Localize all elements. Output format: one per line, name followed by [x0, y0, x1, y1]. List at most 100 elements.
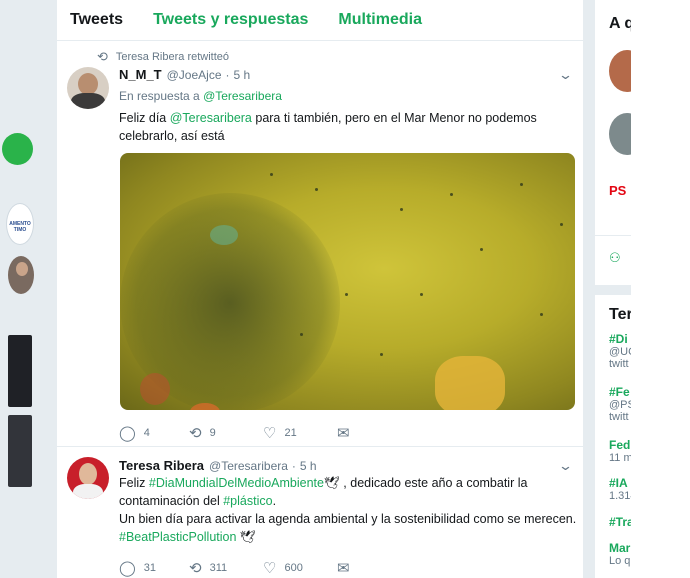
trends-title: Ter: [609, 306, 631, 323]
hashtag-link[interactable]: #BeatPlasticPollution: [119, 530, 236, 544]
tweet-media-image[interactable]: [120, 153, 575, 410]
profile-color-dot: [2, 133, 33, 165]
avatar-label: AMENTO TIMO: [9, 221, 31, 233]
tweet-actions: ◯ 4 ⟲ 9 ♡ 21 ✉: [119, 424, 358, 442]
trend-item[interactable]: Fed 11 m: [609, 438, 631, 464]
trend-tag[interactable]: #Fe: [609, 385, 631, 399]
tweet-text: Feliz #DiaMundialDelMedioAmbiente🕊 , ded…: [119, 474, 579, 546]
user-handle[interactable]: @Teresaribera: [209, 459, 288, 473]
suggested-account-avatar[interactable]: [8, 256, 34, 294]
avatar[interactable]: [67, 457, 109, 499]
reply-context: En respuesta a @Teresaribera: [119, 89, 282, 103]
tweet-header: Teresa Ribera @Teresaribera · 5 h: [119, 458, 317, 473]
tab-media[interactable]: Multimedia: [338, 11, 422, 29]
tweet-header: N_M_T @JoeAjce · 5 h: [119, 67, 250, 82]
hashtag-link[interactable]: #DiaMundialDelMedioAmbiente: [149, 476, 324, 490]
suggested-account-avatar[interactable]: [609, 113, 631, 155]
trend-tag[interactable]: #Tra: [609, 515, 631, 529]
suggested-account-avatar[interactable]: AMENTO TIMO: [6, 203, 34, 245]
left-sidebar-strip: AMENTO TIMO: [0, 0, 57, 578]
retweet-count: 311: [209, 562, 228, 574]
tweet-actions: ◯ 31 ⟲ 311 ♡ 600 ✉: [119, 559, 358, 577]
text-segment: Un bien día para activar la agenda ambie…: [119, 512, 577, 526]
timestamp[interactable]: 5 h: [300, 459, 317, 473]
reply-icon: ◯: [119, 560, 136, 577]
trend-item[interactable]: #Tra: [609, 515, 631, 529]
reply-button[interactable]: ◯ 4: [119, 424, 189, 442]
separator-dot: ·: [225, 68, 230, 82]
display-name[interactable]: N_M_T: [119, 67, 162, 82]
reply-handle-link[interactable]: @Teresaribera: [203, 89, 282, 103]
trend-item[interactable]: #Di @UG twitt: [609, 332, 631, 370]
retweet-icon: ⟲: [189, 560, 202, 577]
tweet-text: Feliz día @Teresaribera para ti también,…: [119, 109, 579, 145]
trend-tag[interactable]: Fed: [609, 438, 631, 452]
separator-dot: ·: [291, 459, 296, 473]
trend-tag[interactable]: #Di: [609, 332, 631, 346]
text-segment: celebrarlo, así está: [119, 129, 225, 143]
trend-tag[interactable]: Mar: [609, 541, 630, 555]
text-segment: contaminación del: [119, 494, 224, 508]
trend-meta: @PS: [609, 399, 631, 411]
reply-button[interactable]: ◯ 31: [119, 559, 189, 577]
suggested-account-avatar[interactable]: [609, 50, 631, 92]
page-margin: [631, 0, 690, 578]
timestamp[interactable]: 5 h: [234, 68, 251, 82]
tab-tweets[interactable]: Tweets: [70, 11, 123, 29]
envelope-icon: ✉: [337, 425, 350, 442]
text-segment: 🕊 , dedicado este año a combatir la: [323, 476, 528, 490]
retweet-button[interactable]: ⟲ 9: [189, 424, 263, 442]
profile-tabs: Tweets Tweets y respuestas Multimedia: [57, 0, 583, 41]
avatar[interactable]: [67, 67, 109, 109]
envelope-icon: ✉: [337, 560, 350, 577]
tweet[interactable]: Teresa Ribera @Teresaribera · 5 h ⌄ Feli…: [57, 447, 584, 578]
retweet-label[interactable]: Teresa Ribera retwitteó: [116, 51, 229, 63]
text-segment: .: [272, 494, 277, 508]
who-to-follow-title: A q: [609, 15, 631, 32]
direct-message-button[interactable]: ✉: [337, 559, 358, 577]
user-handle[interactable]: @JoeAjce: [167, 68, 222, 82]
like-button[interactable]: ♡ 600: [263, 559, 337, 577]
heart-icon: ♡: [263, 560, 277, 577]
chevron-down-icon[interactable]: ⌄: [558, 458, 573, 474]
reply-count: 4: [143, 427, 150, 439]
trend-meta: Lo q: [609, 555, 631, 567]
retweet-count: 9: [209, 427, 216, 439]
tab-tweets-replies[interactable]: Tweets y respuestas: [153, 11, 308, 29]
people-icon[interactable]: ⚇: [609, 250, 621, 266]
display-name[interactable]: Teresa Ribera: [119, 458, 204, 473]
retweet-button[interactable]: ⟲ 311: [189, 559, 263, 577]
reply-icon: ◯: [119, 425, 136, 442]
reply-prefix: En respuesta a: [119, 89, 204, 103]
text-segment: Feliz: [119, 476, 149, 490]
trend-item[interactable]: #Fe @PS twitt: [609, 385, 631, 423]
trend-item[interactable]: Mar Lo q: [609, 541, 630, 567]
heart-icon: ♡: [263, 425, 277, 442]
trend-tag[interactable]: #IA: [609, 476, 631, 490]
retweet-icon: ⟲: [189, 425, 202, 442]
trend-meta: @UG: [609, 346, 631, 358]
tweet[interactable]: ⟲ Teresa Ribera retwitteó N_M_T @JoeAjce…: [57, 41, 584, 447]
right-sidebar: A q PS ⚇ Ter #Di @UG twitt #Fe @PS twitt…: [595, 0, 631, 578]
like-count: 600: [284, 562, 303, 574]
text-segment: 🕊: [236, 530, 256, 544]
trend-item[interactable]: #IA 1.314: [609, 476, 631, 502]
trend-meta: twitt: [609, 358, 629, 370]
chevron-down-icon[interactable]: ⌄: [558, 67, 573, 83]
retweet-context: ⟲ Teresa Ribera retwitteó: [97, 49, 229, 65]
like-count: 21: [284, 427, 297, 439]
suggested-account-logo[interactable]: PS: [609, 183, 626, 198]
trend-meta: 11 m: [609, 452, 631, 464]
text-segment: para ti también, pero en el Mar Menor no…: [251, 111, 537, 125]
media-thumbnail[interactable]: [8, 415, 32, 487]
trend-meta: 1.314: [609, 490, 631, 502]
direct-message-button[interactable]: ✉: [337, 424, 358, 442]
retweet-icon: ⟲: [97, 49, 108, 64]
trend-meta: twitt: [609, 411, 629, 423]
section-gap: [595, 285, 631, 295]
like-button[interactable]: ♡ 21: [263, 424, 337, 442]
hashtag-link[interactable]: #plástico: [223, 494, 272, 508]
mention-link[interactable]: @Teresaribera: [170, 111, 252, 125]
text-segment: Feliz día: [119, 111, 170, 125]
media-thumbnail[interactable]: [8, 335, 32, 407]
